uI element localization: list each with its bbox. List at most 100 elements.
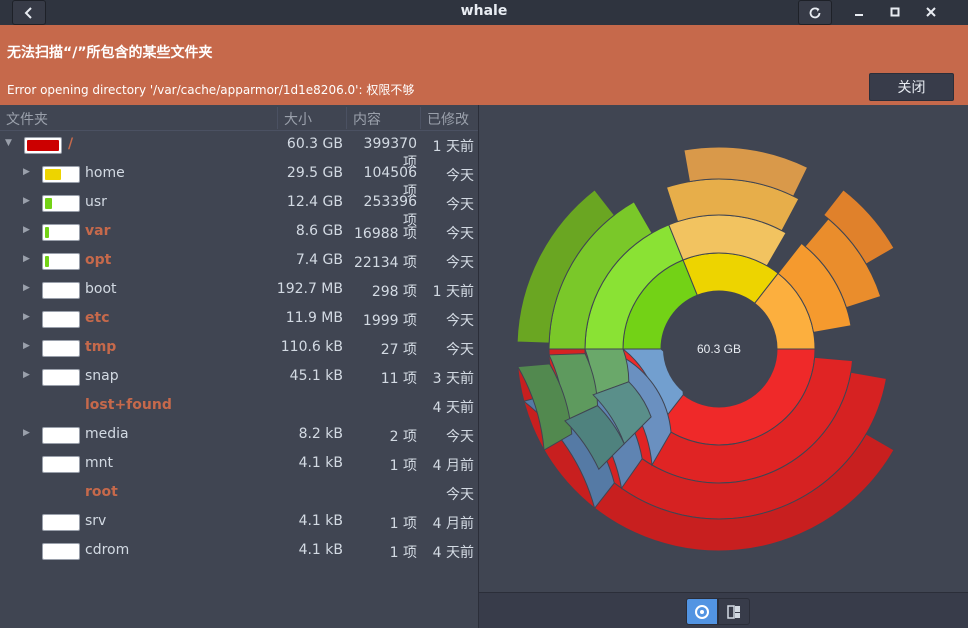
ring-chart-icon bbox=[695, 604, 709, 619]
view-switcher-bar bbox=[478, 592, 968, 628]
folder-name: tmp bbox=[85, 339, 117, 355]
tree-row[interactable]: ▶ snap 45.1 kB 11 项 3 天前 bbox=[0, 363, 478, 392]
folder-size: 4.1 kB bbox=[298, 513, 343, 529]
size-bar-fill bbox=[45, 198, 52, 209]
tree-row[interactable]: ▶ home 29.5 GB 104506 项今天 bbox=[0, 160, 478, 200]
tree-row[interactable]: root 今天 bbox=[0, 479, 478, 508]
folder-modified: 今天 bbox=[446, 255, 474, 271]
size-bar bbox=[42, 427, 80, 444]
size-bar bbox=[42, 456, 80, 473]
tree-row[interactable]: ▶ boot 192.7 MB 298 项 1 天前 bbox=[0, 276, 478, 305]
folder-tree[interactable]: 文件夹 大小 内容 已修改 ▼/60.3 GB 399370 项1 天前 ▶ home… bbox=[0, 105, 478, 628]
folder-size: 8.6 GB bbox=[295, 223, 343, 239]
ring-chart[interactable]: 60.3 GB bbox=[479, 105, 968, 592]
folder-name: mnt bbox=[85, 455, 113, 471]
folder-modified: 1 天前 bbox=[432, 284, 474, 300]
error-message: Error opening directory '/var/cache/appa… bbox=[7, 83, 415, 97]
folder-name: cdrom bbox=[85, 542, 130, 558]
folder-name: etc bbox=[85, 310, 110, 326]
folder-item-count: 1 项 bbox=[389, 516, 417, 532]
tree-row[interactable]: ▶ opt 7.4 GB 22134 项 今天 bbox=[0, 247, 478, 276]
size-bar-fill bbox=[45, 227, 50, 238]
tree-row[interactable]: ▶ var 8.6 GB 16988 项 今天 bbox=[0, 218, 478, 247]
expander-collapsed-icon[interactable]: ▶ bbox=[23, 428, 33, 440]
refresh-icon bbox=[809, 7, 821, 18]
size-bar bbox=[42, 195, 80, 212]
folder-modified: 今天 bbox=[446, 487, 474, 503]
folder-item-count: 2 项 bbox=[389, 429, 417, 445]
title-bar: whale bbox=[0, 0, 968, 25]
column-separator bbox=[346, 107, 347, 129]
size-bar bbox=[24, 137, 62, 154]
tree-row[interactable]: ▶ etc 11.9 MB 1999 项 今天 bbox=[0, 305, 478, 334]
folder-size: 29.5 GB bbox=[286, 165, 343, 181]
tree-row[interactable]: cdrom 4.1 kB 1 项 4 天前 bbox=[0, 537, 478, 566]
expander-collapsed-icon[interactable]: ▶ bbox=[23, 254, 33, 266]
folder-modified: 今天 bbox=[446, 342, 474, 358]
size-bar bbox=[42, 311, 80, 328]
treemap-icon bbox=[727, 604, 740, 619]
column-separator bbox=[420, 107, 421, 129]
folder-modified: 今天 bbox=[446, 197, 474, 213]
error-title: 无法扫描“/”所包含的某些文件夹 bbox=[7, 45, 213, 61]
maximize-button[interactable] bbox=[884, 2, 906, 22]
size-bar bbox=[42, 514, 80, 531]
folder-size: 11.9 MB bbox=[285, 310, 343, 326]
expander-collapsed-icon[interactable]: ▶ bbox=[23, 341, 33, 353]
tree-row[interactable]: srv 4.1 kB 1 项 4 月前 bbox=[0, 508, 478, 537]
tree-header: 文件夹 大小 内容 已修改 bbox=[0, 105, 478, 131]
column-header-modified[interactable]: 已修改 bbox=[427, 109, 469, 129]
expander-collapsed-icon[interactable]: ▶ bbox=[23, 312, 33, 324]
size-bar-fill bbox=[27, 140, 59, 151]
close-window-button[interactable] bbox=[920, 2, 942, 22]
column-header-contents[interactable]: 内容 bbox=[353, 109, 381, 129]
folder-size: 8.2 kB bbox=[298, 426, 343, 442]
folder-name: opt bbox=[85, 252, 112, 268]
folder-item-count: 1 项 bbox=[389, 458, 417, 474]
folder-size: 45.1 kB bbox=[289, 368, 343, 384]
treemap-view-button[interactable] bbox=[718, 598, 750, 625]
folder-size: 7.4 GB bbox=[295, 252, 343, 268]
close-infobar-button[interactable]: 关闭 bbox=[869, 73, 954, 101]
ring-chart-view-button[interactable] bbox=[686, 598, 718, 625]
tree-row[interactable]: ▶ usr 12.4 GB 253396 项今天 bbox=[0, 189, 478, 229]
folder-name: root bbox=[85, 484, 118, 500]
refresh-button[interactable] bbox=[798, 0, 832, 25]
expander-collapsed-icon[interactable]: ▶ bbox=[23, 370, 33, 382]
folder-modified: 3 天前 bbox=[432, 371, 474, 387]
folder-size: 4.1 kB bbox=[298, 542, 343, 558]
expander-collapsed-icon[interactable]: ▶ bbox=[23, 225, 33, 237]
folder-size: 60.3 GB bbox=[286, 136, 343, 152]
tree-row[interactable]: lost+found 4 天前 bbox=[0, 392, 478, 421]
column-header-folder[interactable]: 文件夹 bbox=[6, 109, 48, 129]
minimize-button[interactable] bbox=[848, 2, 870, 22]
close-icon bbox=[926, 7, 936, 17]
ring-center-label: 60.3 GB bbox=[697, 342, 741, 356]
tree-row[interactable]: ▼/60.3 GB 399370 项1 天前 bbox=[0, 131, 478, 171]
expander-collapsed-icon[interactable]: ▶ bbox=[23, 167, 33, 179]
expander-collapsed-icon[interactable]: ▶ bbox=[23, 196, 33, 208]
column-separator bbox=[277, 107, 278, 129]
size-bar bbox=[42, 369, 80, 386]
size-bar bbox=[42, 340, 80, 357]
minimize-icon bbox=[855, 14, 863, 16]
size-bar-fill bbox=[45, 256, 49, 267]
expander-collapsed-icon[interactable]: ▶ bbox=[23, 283, 33, 295]
folder-modified: 4 天前 bbox=[432, 400, 474, 416]
maximize-icon bbox=[890, 7, 900, 17]
folder-size: 4.1 kB bbox=[298, 455, 343, 471]
tree-row[interactable]: ▶ tmp 110.6 kB 27 项 今天 bbox=[0, 334, 478, 363]
folder-name: media bbox=[85, 426, 129, 442]
folder-name: usr bbox=[85, 194, 107, 210]
folder-name: srv bbox=[85, 513, 107, 529]
tree-row[interactable]: mnt 4.1 kB 1 项 4 月前 bbox=[0, 450, 478, 479]
folder-item-count: 298 项 bbox=[371, 284, 417, 300]
expander-expanded-icon[interactable]: ▼ bbox=[5, 138, 15, 150]
folder-name: var bbox=[85, 223, 111, 239]
size-bar bbox=[42, 543, 80, 560]
folder-size: 110.6 kB bbox=[280, 339, 343, 355]
folder-modified: 4 月前 bbox=[432, 458, 474, 474]
column-header-size[interactable]: 大小 bbox=[284, 109, 312, 129]
folder-modified: 4 天前 bbox=[432, 545, 474, 561]
tree-row[interactable]: ▶ media 8.2 kB 2 项 今天 bbox=[0, 421, 478, 450]
